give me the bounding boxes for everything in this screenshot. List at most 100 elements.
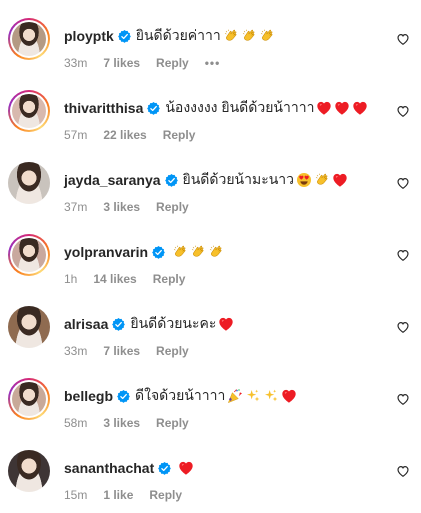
avatar[interactable]	[8, 162, 50, 204]
comment-meta: 15m 1 like Reply	[64, 488, 198, 502]
like-heart-icon[interactable]	[396, 464, 410, 478]
likes-count-link[interactable]: 14 likes	[93, 272, 136, 286]
avatar-border	[10, 236, 48, 274]
avatar-border	[8, 450, 50, 492]
likes-count-link[interactable]: 3 likes	[103, 200, 140, 214]
avatar-border	[10, 380, 48, 418]
avatar-photo	[8, 162, 50, 204]
timestamp: 1h	[64, 272, 78, 286]
avatar[interactable]	[8, 306, 50, 348]
verified-badge-icon	[112, 318, 125, 331]
comment-meta: 57m 22 likes Reply	[64, 128, 211, 142]
username-link[interactable]: thivaritthisa	[64, 100, 143, 116]
avatar-photo	[8, 306, 50, 348]
more-options-button[interactable]: •••	[205, 56, 221, 70]
username-link[interactable]: bellegb	[64, 388, 113, 404]
red-heart-emoji	[218, 316, 234, 332]
comment-body: sananthachat	[64, 458, 194, 478]
like-heart-icon[interactable]	[396, 104, 410, 118]
comment-body: alrisaa ยินดีด้วยนะคะ	[64, 314, 234, 334]
comment-body: yolpranvarin	[64, 242, 224, 262]
avatar-border	[8, 306, 50, 348]
clap-emoji	[172, 244, 188, 260]
comment-body: thivaritthisa น้องงงงง ยินดีด้วยน้าาาา	[64, 98, 368, 118]
like-heart-icon[interactable]	[396, 392, 410, 406]
avatar-photo	[12, 238, 46, 272]
comment-meta: 33m 7 likes Reply •••	[64, 56, 236, 70]
like-heart-icon[interactable]	[396, 320, 410, 334]
likes-count-link[interactable]: 7 likes	[103, 56, 140, 70]
red-heart-emoji	[281, 388, 297, 404]
reply-button[interactable]: Reply	[156, 344, 189, 358]
avatar-photo	[12, 382, 46, 416]
clap-emoji	[208, 244, 224, 260]
avatar-border	[8, 162, 50, 204]
avatar-border	[10, 92, 48, 130]
red-heart-emoji	[316, 100, 332, 116]
reply-button[interactable]: Reply	[156, 200, 189, 214]
party-popper-emoji	[227, 388, 243, 404]
comment-meta: 58m 3 likes Reply	[64, 416, 205, 430]
likes-count-link[interactable]: 22 likes	[103, 128, 146, 142]
clap-emoji	[241, 28, 257, 44]
comment-text: ยินดีด้วยค่าาา	[135, 27, 221, 43]
timestamp: 58m	[64, 416, 88, 430]
sparkles-emoji	[245, 388, 261, 404]
comment-meta: 33m 7 likes Reply	[64, 344, 205, 358]
comment-meta: 37m 3 likes Reply	[64, 200, 205, 214]
verified-badge-icon	[165, 174, 178, 187]
username-link[interactable]: sananthachat	[64, 460, 154, 476]
comment-item: yolpranvarin 1h 14 likes Reply	[0, 234, 421, 306]
comment-item: alrisaa ยินดีด้วยนะคะ 33m 7 likes Reply	[0, 306, 421, 378]
reply-button[interactable]: Reply	[163, 128, 196, 142]
comment-item: bellegb ดีใจด้วยน้าาาา 58m 3 likes Reply	[0, 378, 421, 450]
avatar[interactable]	[8, 90, 50, 132]
username-link[interactable]: alrisaa	[64, 316, 108, 332]
timestamp: 33m	[64, 56, 88, 70]
comment-body: bellegb ดีใจด้วยน้าาาา	[64, 386, 297, 406]
reply-button[interactable]: Reply	[156, 416, 189, 430]
comment-text: ดีใจด้วยน้าาาา	[135, 387, 226, 403]
likes-count-link[interactable]: 3 likes	[103, 416, 140, 430]
reply-button[interactable]: Reply	[156, 56, 189, 70]
username-link[interactable]: ployptk	[64, 28, 114, 44]
like-heart-icon[interactable]	[396, 248, 410, 262]
heart-eyes-emoji	[296, 172, 312, 188]
reply-button[interactable]: Reply	[149, 488, 182, 502]
avatar[interactable]	[8, 378, 50, 420]
clap-emoji	[190, 244, 206, 260]
avatar-photo	[12, 22, 46, 56]
clap-emoji	[314, 172, 330, 188]
sparkles-emoji	[263, 388, 279, 404]
username-link[interactable]: jayda_saranya	[64, 172, 161, 188]
avatar[interactable]	[8, 450, 50, 492]
avatar[interactable]	[8, 234, 50, 276]
verified-badge-icon	[118, 30, 131, 43]
verified-badge-icon	[152, 246, 165, 259]
likes-count-link[interactable]: 1 like	[103, 488, 133, 502]
comment-item: jayda_saranya ยินดีด้วยน้ามะนาว 37m 3 likes…	[0, 162, 421, 234]
comment-item: thivaritthisa น้องงงงง ยินดีด้วยน้าาาา 57m…	[0, 90, 421, 162]
comment-text: ยินดีด้วยนะคะ	[130, 315, 217, 331]
red-heart-emoji	[334, 100, 350, 116]
avatar-photo	[8, 450, 50, 492]
clap-emoji	[259, 28, 275, 44]
avatar-border	[10, 20, 48, 58]
comment-text: น้องงงงง ยินดีด้วยน้าาาา	[165, 99, 315, 115]
like-heart-icon[interactable]	[396, 32, 410, 46]
red-heart-emoji	[332, 172, 348, 188]
username-link[interactable]: yolpranvarin	[64, 244, 148, 260]
clap-emoji	[223, 28, 239, 44]
comment-text: ยินดีด้วยน้ามะนาว	[182, 171, 295, 187]
like-heart-icon[interactable]	[396, 176, 410, 190]
comments-list: ployptk ยินดีด้วยค่าาา 33m 7 likes Reply ••• t…	[0, 0, 421, 513]
red-heart-emoji	[178, 460, 194, 476]
comment-body: ployptk ยินดีด้วยค่าาา	[64, 26, 275, 46]
verified-badge-icon	[158, 462, 171, 475]
likes-count-link[interactable]: 7 likes	[103, 344, 140, 358]
timestamp: 37m	[64, 200, 88, 214]
avatar[interactable]	[8, 18, 50, 60]
avatar-photo	[12, 94, 46, 128]
verified-badge-icon	[147, 102, 160, 115]
reply-button[interactable]: Reply	[153, 272, 186, 286]
